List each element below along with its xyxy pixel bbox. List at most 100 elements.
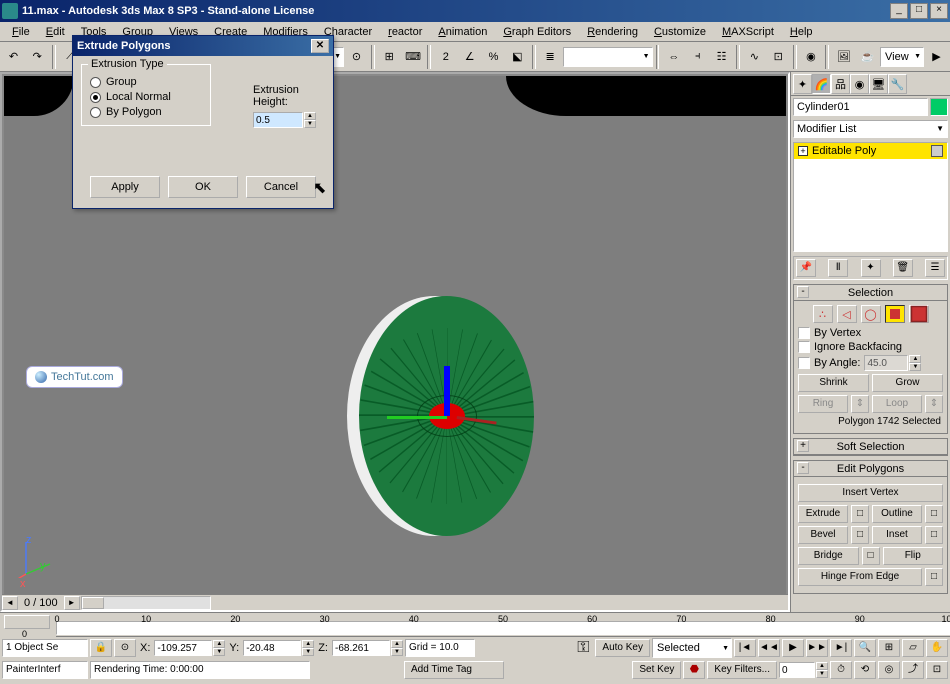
ignore-backfacing-checkbox[interactable] bbox=[798, 341, 810, 353]
material-button[interactable]: ◉ bbox=[800, 45, 823, 69]
pivot-button[interactable]: ⊙ bbox=[345, 45, 368, 69]
border-level[interactable]: ◯ bbox=[861, 305, 881, 323]
zoom-all-button[interactable]: ⊞ bbox=[878, 639, 900, 657]
dialog-ok-button[interactable]: OK bbox=[168, 176, 238, 198]
snap-2d-button[interactable]: 2 bbox=[434, 45, 457, 69]
vertex-level[interactable]: ∴ bbox=[813, 305, 833, 323]
bevel-settings-button[interactable]: □ bbox=[851, 526, 869, 544]
element-level[interactable] bbox=[909, 305, 929, 323]
cylinder-object[interactable] bbox=[359, 296, 534, 536]
utilities-tab[interactable]: 🔧 bbox=[888, 74, 907, 94]
y-axis-handle[interactable] bbox=[387, 416, 447, 419]
hinge-button[interactable]: Hinge From Edge bbox=[798, 568, 922, 586]
modifier-list-dropdown[interactable]: Modifier List bbox=[793, 120, 948, 138]
modify-tab[interactable]: 🌈 bbox=[812, 74, 831, 94]
lock-selection-button[interactable]: 🔒 bbox=[90, 639, 112, 657]
undo-button[interactable]: ↶ bbox=[2, 45, 25, 69]
remove-mod-button[interactable]: 🗑 bbox=[893, 259, 913, 277]
render-scene-button[interactable]: 🖼 bbox=[832, 45, 855, 69]
insert-vertex-button[interactable]: Insert Vertex bbox=[798, 484, 943, 502]
outline-settings-button[interactable]: □ bbox=[925, 505, 943, 523]
outline-button[interactable]: Outline bbox=[872, 505, 922, 523]
make-unique-button[interactable]: ✦ bbox=[861, 259, 881, 277]
prev-frame-button[interactable]: ◄◄ bbox=[758, 639, 780, 657]
named-sel-button[interactable]: ≣ bbox=[539, 45, 562, 69]
rollout-toggle[interactable]: - bbox=[797, 286, 809, 298]
menu-help[interactable]: Help bbox=[782, 24, 821, 40]
dialog-cancel-button[interactable]: Cancel bbox=[246, 176, 316, 198]
goto-start-button[interactable]: |◄ bbox=[734, 639, 756, 657]
menu-file[interactable]: File bbox=[4, 24, 38, 40]
group-radio[interactable] bbox=[90, 77, 101, 88]
show-end-button[interactable]: Ⅱ bbox=[828, 259, 848, 277]
editpoly-rollout-toggle[interactable]: - bbox=[797, 462, 809, 474]
render-preset-dropdown[interactable]: View bbox=[880, 47, 924, 67]
height-spin-down[interactable]: ▼ bbox=[304, 120, 316, 128]
bridge-settings-button[interactable]: □ bbox=[862, 547, 880, 565]
extrude-settings-button[interactable]: □ bbox=[851, 505, 869, 523]
menu-customize[interactable]: Customize bbox=[646, 24, 714, 40]
redo-button[interactable]: ↷ bbox=[26, 45, 49, 69]
play-button[interactable]: ▶ bbox=[782, 639, 804, 657]
pan-button[interactable]: ✋ bbox=[926, 639, 948, 657]
dialog-close-button[interactable]: ✕ bbox=[311, 39, 329, 53]
by-polygon-radio[interactable] bbox=[90, 107, 101, 118]
by-vertex-checkbox[interactable] bbox=[798, 327, 810, 339]
object-name-field[interactable]: Cylinder01 bbox=[793, 98, 928, 116]
track-bar-key[interactable]: 0 bbox=[0, 613, 56, 637]
quick-render-button[interactable]: ☕ bbox=[856, 45, 879, 69]
menu-reactor[interactable]: reactor bbox=[380, 24, 430, 40]
stack-toggle-icon[interactable] bbox=[931, 145, 943, 157]
stack-editable-poly[interactable]: + Editable Poly bbox=[794, 143, 947, 159]
z-axis-handle[interactable] bbox=[444, 366, 450, 416]
hinge-settings-button[interactable]: □ bbox=[925, 568, 943, 586]
dialog-titlebar[interactable]: Extrude Polygons ✕ bbox=[73, 36, 333, 56]
key-filters-button[interactable]: Key Filters... bbox=[707, 661, 777, 679]
modifier-stack[interactable]: + Editable Poly bbox=[793, 142, 948, 252]
motion-tab[interactable]: ◉ bbox=[850, 74, 869, 94]
display-tab[interactable]: 🖥 bbox=[869, 74, 888, 94]
height-spin-up[interactable]: ▲ bbox=[304, 112, 316, 120]
key-button[interactable]: ⬣ bbox=[683, 661, 705, 679]
next-frame-button[interactable]: ►► bbox=[806, 639, 828, 657]
set-key-button[interactable]: Set Key bbox=[632, 661, 681, 679]
scroll-left-button[interactable]: ◄ bbox=[2, 596, 18, 610]
keyboard-button[interactable]: ⌨ bbox=[402, 45, 425, 69]
soft-rollout-toggle[interactable]: + bbox=[797, 440, 809, 452]
snap-angle-button[interactable]: ∠ bbox=[458, 45, 481, 69]
current-frame-input[interactable] bbox=[779, 662, 815, 678]
zoom-button[interactable]: 🔍 bbox=[854, 639, 876, 657]
bevel-button[interactable]: Bevel bbox=[798, 526, 848, 544]
walk-button[interactable]: ⤴ bbox=[902, 661, 924, 679]
bridge-button[interactable]: Bridge bbox=[798, 547, 859, 565]
menu-rendering[interactable]: Rendering bbox=[579, 24, 646, 40]
mirror-button[interactable]: ⇔ bbox=[662, 45, 685, 69]
pin-stack-button[interactable]: 📌 bbox=[796, 259, 816, 277]
select-manipulate-button[interactable]: ⊞ bbox=[378, 45, 401, 69]
align-button[interactable]: ⫞ bbox=[686, 45, 709, 69]
named-sel-dropdown[interactable] bbox=[563, 47, 653, 67]
object-color-swatch[interactable] bbox=[930, 98, 948, 116]
time-thumb[interactable] bbox=[4, 615, 50, 629]
grow-button[interactable]: Grow bbox=[872, 374, 943, 392]
scroll-track[interactable] bbox=[81, 596, 211, 610]
isolate-button[interactable]: ⊙ bbox=[114, 639, 136, 657]
layers-button[interactable]: ☷ bbox=[710, 45, 733, 69]
menu-edit[interactable]: Edit bbox=[38, 24, 73, 40]
extrude-button[interactable]: Extrude bbox=[798, 505, 848, 523]
extrusion-height-input[interactable] bbox=[253, 112, 303, 128]
render-last-button[interactable]: ▶ bbox=[925, 45, 948, 69]
scroll-right-button[interactable]: ► bbox=[64, 596, 80, 610]
scroll-thumb[interactable] bbox=[82, 597, 104, 609]
menu-graph-editors[interactable]: Graph Editors bbox=[495, 24, 579, 40]
maximize-viewport-button[interactable]: ⊡ bbox=[926, 661, 948, 679]
add-time-tag-button[interactable]: Add Time Tag bbox=[404, 661, 504, 679]
inset-button[interactable]: Inset bbox=[872, 526, 922, 544]
timeline-ruler[interactable]: 0102030405060708090100 bbox=[56, 613, 950, 637]
polygon-level[interactable] bbox=[885, 305, 905, 323]
by-angle-checkbox[interactable] bbox=[798, 357, 810, 369]
goto-end-button[interactable]: ►| bbox=[830, 639, 852, 657]
maxscript-mini[interactable]: PainterInterf bbox=[2, 661, 88, 679]
local-normal-radio[interactable] bbox=[90, 92, 101, 103]
arc-rotate-button[interactable]: ⟲ bbox=[854, 661, 876, 679]
